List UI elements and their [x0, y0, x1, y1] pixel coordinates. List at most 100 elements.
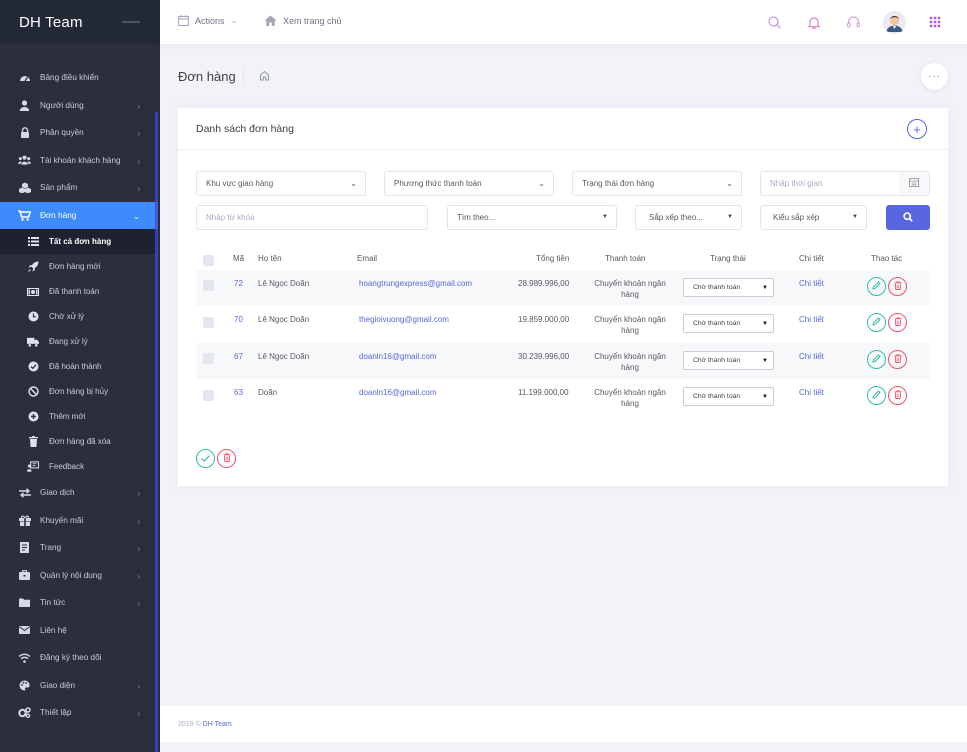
payment-method-select-value: Phương thức thanh toán: [394, 179, 482, 188]
search-button[interactable]: [886, 205, 930, 230]
detail-link[interactable]: Chi tiết: [799, 388, 824, 397]
footer: 2019 © DH Team: [160, 706, 967, 742]
submenu-item-deleted[interactable]: Đơn hàng đã xóa: [0, 429, 158, 454]
sidebar-item-content[interactable]: Quản lý nội dung ›: [0, 562, 158, 590]
order-total: 30.239.996,00: [518, 352, 570, 361]
status-select[interactable]: Chờ thanh toán ▼: [683, 351, 774, 370]
payment-method-line: hàng: [621, 363, 639, 372]
row-checkbox[interactable]: [203, 390, 214, 401]
row-checkbox[interactable]: [203, 317, 214, 328]
edit-button[interactable]: [867, 277, 886, 296]
check-circle-icon: [27, 361, 39, 373]
submenu-item-new-orders[interactable]: Đơn hàng mới: [0, 254, 158, 279]
dashboard-icon: [18, 71, 31, 84]
detail-link[interactable]: Chi tiết: [799, 315, 824, 324]
header-status: Trạng thái: [710, 254, 746, 263]
payment-method: Chuyển khoản ngân hàng: [590, 278, 670, 300]
order-id-link[interactable]: 67: [234, 352, 243, 361]
row-checkbox[interactable]: [203, 353, 214, 364]
sort-type-select[interactable]: Kiểu sắp xếp ▼: [760, 205, 867, 230]
add-order-button[interactable]: +: [907, 119, 927, 139]
submenu-item-add-new[interactable]: Thêm mới: [0, 404, 158, 429]
apps-grid-icon[interactable]: [927, 14, 943, 30]
footer-brand-link[interactable]: DH Team: [203, 721, 232, 728]
bell-icon[interactable]: [806, 14, 822, 30]
sort-by-select[interactable]: Sắp xếp theo... ▼: [635, 205, 742, 230]
calendar-icon: [178, 15, 189, 26]
sidebar-item-settings[interactable]: Thiết lập ›: [0, 699, 158, 727]
order-id-link[interactable]: 72: [234, 279, 243, 288]
gift-icon: [18, 514, 31, 527]
select-all-checkbox[interactable]: [203, 255, 214, 266]
detail-link[interactable]: Chi tiết: [799, 352, 824, 361]
footer-year: 2019 ©: [178, 721, 201, 728]
sidebar-item-dashboard[interactable]: Bảng điều khiển: [0, 64, 158, 92]
bulk-delete-button[interactable]: [217, 449, 236, 468]
sidebar: Bảng điều khiển Người dùng › Phân quyền …: [0, 44, 160, 752]
sidebar-item-theme[interactable]: Giao diện ›: [0, 672, 158, 700]
order-status-select-value: Trạng thái đơn hàng: [582, 179, 655, 188]
payment-method-select[interactable]: Phương thức thanh toán ⌄: [384, 171, 554, 196]
sidebar-scrollbar[interactable]: [155, 112, 158, 752]
more-options-button[interactable]: ···: [921, 63, 948, 90]
status-select[interactable]: Chờ thanh toán ▼: [683, 387, 774, 406]
edit-button[interactable]: [867, 386, 886, 405]
actions-dropdown[interactable]: Actions ⌄: [178, 15, 237, 26]
chevron-right-icon: ›: [137, 709, 140, 718]
order-status-select[interactable]: Trạng thái đơn hàng ⌄: [572, 171, 742, 196]
header-payment: Thanh toán: [605, 254, 646, 263]
submenu-item-processing[interactable]: Đang xử lý: [0, 329, 158, 354]
sidebar-item-customer-accounts[interactable]: Tài khoản khách hàng ›: [0, 147, 158, 175]
submenu-item-feedback[interactable]: Feedback: [0, 454, 158, 479]
search-icon[interactable]: [766, 14, 782, 30]
submenu-item-pending[interactable]: Chờ xử lý: [0, 304, 158, 329]
delete-button[interactable]: [888, 350, 907, 369]
search-by-select[interactable]: Tìm theo... ▼: [447, 205, 617, 230]
customer-email-link[interactable]: doanln16@gmail.com: [359, 352, 437, 361]
palette-icon: [18, 679, 31, 692]
sidebar-item-subscribe[interactable]: Đăng ký theo dõi: [0, 644, 158, 672]
home-link[interactable]: Xem trang chủ: [264, 15, 342, 26]
sidebar-item-pages[interactable]: Trang ›: [0, 534, 158, 562]
delete-button[interactable]: [888, 277, 907, 296]
keyword-input[interactable]: Nhập từ khóa: [196, 205, 428, 230]
submenu-item-cancelled[interactable]: Đơn hàng bị hủy: [0, 379, 158, 404]
edit-button[interactable]: [867, 350, 886, 369]
date-input[interactable]: Nhập thời gian: [760, 171, 900, 196]
header-actions: Thao tác: [871, 254, 903, 263]
sidebar-item-orders[interactable]: Đơn hàng ⌄: [0, 201, 158, 229]
submenu-item-completed[interactable]: Đã hoàn thành: [0, 354, 158, 379]
row-checkbox[interactable]: [203, 280, 214, 291]
status-select[interactable]: Chờ thanh toán ▼: [683, 314, 774, 333]
sidebar-item-permissions[interactable]: Phân quyền ›: [0, 119, 158, 147]
breadcrumb-home-icon[interactable]: [259, 70, 270, 83]
brand-name[interactable]: DH Team: [19, 14, 83, 31]
region-select[interactable]: Khu vực giao hàng ⌄: [196, 171, 366, 196]
headset-icon[interactable]: [845, 14, 861, 30]
sidebar-item-promotions[interactable]: Khuyến mãi ›: [0, 507, 158, 535]
submenu-item-all-orders[interactable]: Tất cả đơn hàng: [0, 229, 158, 254]
date-picker-button[interactable]: [899, 171, 930, 196]
avatar[interactable]: [883, 11, 906, 34]
bulk-confirm-button[interactable]: [196, 449, 215, 468]
home-label: Xem trang chủ: [283, 15, 342, 26]
customer-email-link[interactable]: doanln16@gmail.com: [359, 388, 437, 397]
sidebar-item-contact[interactable]: Liên hệ: [0, 617, 158, 645]
submenu-item-label: Đã thanh toán: [49, 287, 100, 296]
delete-button[interactable]: [888, 386, 907, 405]
submenu-item-paid[interactable]: Đã thanh toán: [0, 279, 158, 304]
order-id-link[interactable]: 70: [234, 315, 243, 324]
delete-button[interactable]: [888, 313, 907, 332]
sidebar-toggle[interactable]: [122, 21, 140, 23]
customer-email-link[interactable]: thegioivuong@gmail.com: [359, 315, 449, 324]
sidebar-item-users[interactable]: Người dùng ›: [0, 92, 158, 120]
customer-email-link[interactable]: hoangtrungexpress@gmail.com: [359, 279, 472, 288]
user-icon: [18, 99, 31, 112]
order-id-link[interactable]: 63: [234, 388, 243, 397]
sidebar-item-news[interactable]: Tin tức ›: [0, 589, 158, 617]
detail-link[interactable]: Chi tiết: [799, 279, 824, 288]
sidebar-item-products[interactable]: Sản phẩm ›: [0, 174, 158, 202]
edit-button[interactable]: [867, 313, 886, 332]
sidebar-item-transactions[interactable]: Giao dịch ›: [0, 479, 158, 507]
status-select[interactable]: Chờ thanh toán ▼: [683, 278, 774, 297]
